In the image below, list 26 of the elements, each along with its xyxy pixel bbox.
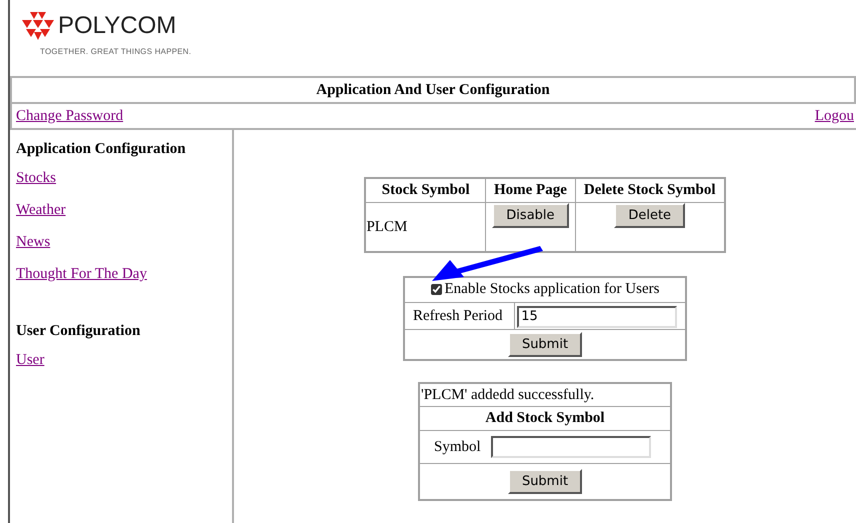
column-header: Stock Symbol [365, 178, 486, 202]
logout-link[interactable]: Logou [814, 104, 854, 128]
delete-button[interactable]: Delete [614, 202, 686, 228]
refresh-label: Refresh Period [404, 302, 515, 330]
symbol-field[interactable] [490, 436, 651, 458]
sidebar-link[interactable]: Thought For The Day [16, 262, 147, 286]
change-password-link[interactable]: Change Password [16, 104, 124, 128]
table-cell: PLCM [365, 202, 486, 252]
sidebar-link[interactable]: Weather [16, 198, 66, 222]
logo-wordmark: POLYCOM [58, 14, 176, 38]
sidebar-heading: User Configuration [16, 322, 142, 341]
submit-button[interactable]: Submit [508, 468, 582, 494]
sidebar-heading: Application Configuration [16, 140, 187, 159]
sidebar-link[interactable]: User [16, 348, 44, 372]
column-header: Home Page [485, 178, 576, 202]
symbol-label: Symbol [434, 438, 481, 456]
logo-icon [22, 12, 54, 40]
sidebar-link[interactable]: News [16, 230, 50, 254]
refresh-period-field[interactable]: 15 [517, 306, 678, 328]
disable-button[interactable]: Disable [492, 202, 569, 228]
enable-checkbox[interactable] [430, 284, 442, 295]
page-title: Application And User Configuration [316, 80, 550, 100]
sidebar-link[interactable]: Stocks [16, 166, 56, 190]
logo-tagline: TOGETHER. GREAT THINGS HAPPEN. [40, 46, 192, 58]
enable-label: Enable Stocks application for Users [444, 280, 660, 299]
submit-button[interactable]: Submit [508, 332, 582, 358]
